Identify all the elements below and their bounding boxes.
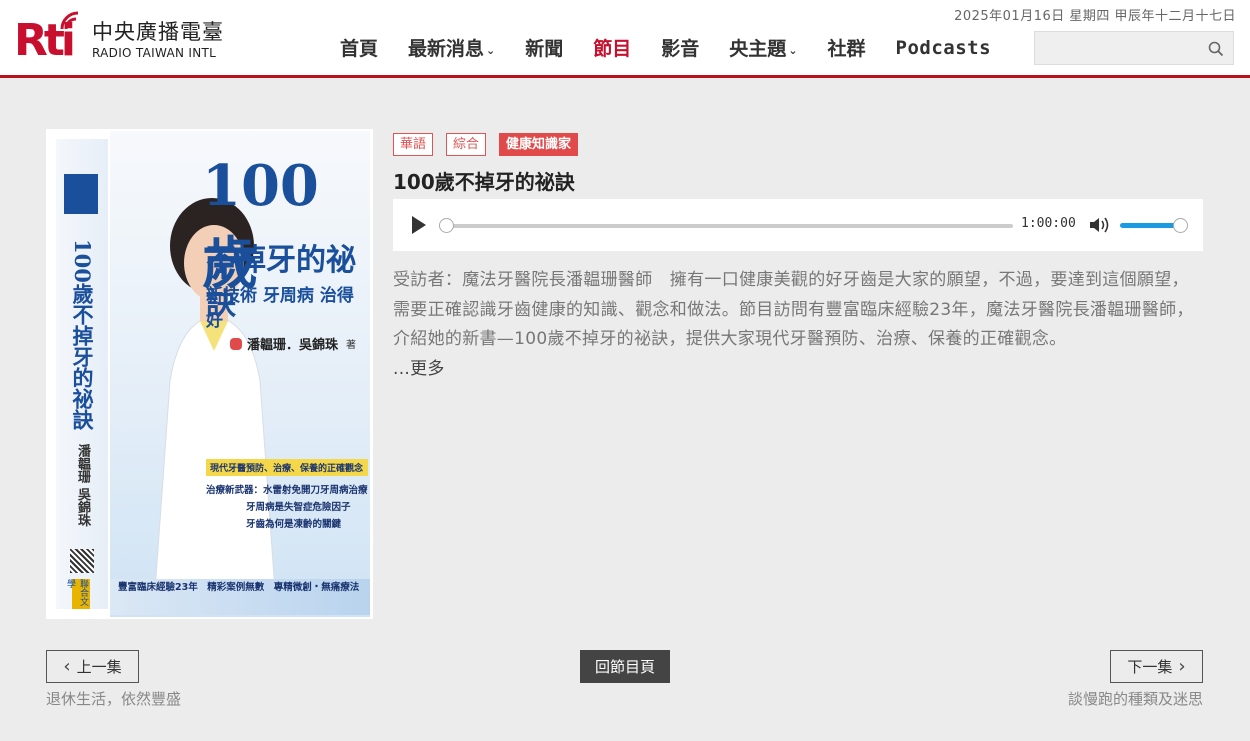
tag-program[interactable]: 健康知識家 [499,133,579,156]
episode-description: 受訪者：魔法牙醫院長潘韞珊醫師 擁有一口健康美觀的好牙齒是大家的願望，不過，要達… [393,266,1205,384]
previous-label: 上一集 [76,658,122,676]
chevron-down-icon: ⌄ [486,44,496,57]
volume-thumb[interactable] [1173,218,1188,233]
description-text: 受訪者：魔法牙醫院長潘韞珊醫師 擁有一口健康美觀的好牙齒是大家的願望，不過，要達… [393,270,1194,349]
site-header: 2025年01月16日 星期四 甲辰年十二月十七日 Rti 中央廣播電臺 RAD… [0,0,1250,78]
progress-track[interactable] [443,224,1013,228]
nav-programs[interactable]: 節目 [593,34,631,61]
cover-footer: 豐富臨床經驗23年 精彩案例無數 專精微創・無痛療法 [118,582,360,593]
chevron-left-icon: ‹ [63,656,71,677]
spine-title: 100歲不掉牙的祕訣 [70,239,95,430]
next-episode-button[interactable]: 下一集 › [1110,650,1203,683]
next-episode-title[interactable]: 談慢跑的種類及迷思 [1068,688,1203,709]
back-to-program-button[interactable]: 回節目頁 [580,650,670,683]
rti-logo[interactable]: Rti 中央廣播電臺 RADIO TAIWAN INTL [14,11,224,66]
radio-waves-icon [60,11,79,30]
more-link[interactable]: ...更多 [393,359,445,379]
nav-video[interactable]: 影音 [661,34,699,61]
chevron-right-icon: › [1178,656,1186,677]
tag-category[interactable]: 綜合 [446,133,487,156]
main-nav: 首頁 最新消息 ⌄ 新聞 節目 影音 央主題 ⌄ 社群 Podcasts [340,34,1021,61]
duration-display: 1:00:00 [1021,216,1076,231]
nav-latest-news[interactable]: 最新消息 ⌄ [408,34,495,61]
chevron-down-icon: ⌄ [788,44,798,57]
episode-cover-image: 100歲不掉牙的祕訣 潘韞珊 吳錦珠 聯合文學 100歲 不掉牙的祕訣 新技術 … [46,129,373,619]
tooth-icon [230,337,242,350]
volume-icon[interactable] [1089,216,1111,234]
cover-author-suffix: 著 [346,340,357,351]
date-display: 2025年01月16日 星期四 甲辰年十二月十七日 [954,9,1236,24]
cover-box-title: 現代牙醫預防、治療、保養的正確觀念 [206,459,368,476]
cover-info-box: 現代牙醫預防、治療、保養的正確觀念 治療新武器：水雷射免開刀牙周病治療 牙周病是… [206,459,368,547]
book-front: 100歲 不掉牙的祕訣 新技術 牙周病 治得好 潘韞珊．吳錦珠 著 現代牙醫預防… [110,131,370,617]
cover-box-line: 牙周病是失智症危險因子 [246,502,351,513]
play-icon[interactable] [412,216,426,234]
next-label: 下一集 [1127,658,1173,676]
search-input[interactable] [1034,31,1234,65]
logo-english-name: RADIO TAIWAN INTL [92,45,217,60]
audio-player: 1:00:00 [393,199,1203,251]
tag-language[interactable]: 華語 [393,133,434,156]
cover-tagline: 新技術 牙周病 治得好 [206,286,354,331]
episode-tags: 華語 綜合 健康知識家 [393,133,591,156]
nav-home[interactable]: 首頁 [340,34,378,61]
logo-mark: Rti [14,11,90,65]
search-icon[interactable] [1207,40,1225,58]
logo-chinese-name: 中央廣播電臺 [92,19,224,44]
book-spine: 100歲不掉牙的祕訣 潘韞珊 吳錦珠 聯合文學 [56,139,108,609]
cover-box-line: 治療新武器：水雷射免開刀牙周病治療 [206,485,368,496]
progress-thumb[interactable] [439,218,454,233]
nav-social[interactable]: 社群 [828,34,866,61]
previous-episode-button[interactable]: ‹ 上一集 [46,650,139,683]
previous-episode-title[interactable]: 退休生活，依然豐盛 [46,688,181,709]
nav-topics[interactable]: 央主題 ⌄ [729,34,797,61]
cover-authors: 潘韞珊．吳錦珠 [247,338,339,353]
nav-podcasts[interactable]: Podcasts [896,37,992,59]
nav-news[interactable]: 新聞 [525,34,563,61]
cover-footer-band: 豐富臨床經驗23年 精彩案例無數 專精微創・無痛療法 [110,579,370,615]
spine-authors: 潘韞珊 吳錦珠 [75,444,90,527]
spine-publisher: 聯合文學 [65,579,90,609]
cover-box-line: 牙齒為何是凍齡的關鍵 [246,519,342,530]
episode-title: 100歲不掉牙的祕訣 [393,170,575,194]
